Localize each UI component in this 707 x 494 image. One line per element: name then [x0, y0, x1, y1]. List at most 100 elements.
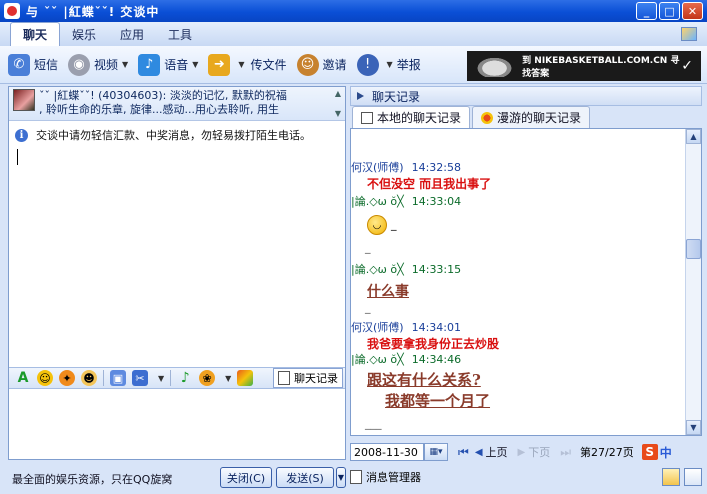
sms-label: 短信: [34, 58, 59, 72]
sender-name: 何汉(师傅): [351, 161, 404, 174]
calendar-icon[interactable]: ▦▾: [424, 443, 448, 461]
contact-signature: ˇˇ |紅蝶ˇˇ! (40304603): 淡淡的记忆, 默默的祝福 , 聆听生…: [39, 89, 333, 118]
screenshot-dropdown-icon[interactable]: ▼: [158, 374, 164, 383]
send-file-button[interactable]: ➜ ▼ 传文件: [208, 53, 287, 76]
video-dropdown-icon[interactable]: ▼: [122, 60, 128, 69]
message-header: |論.◇ω ŏ╳ 14:34:46: [351, 351, 685, 367]
separator: _: [365, 301, 371, 314]
shoe-image-icon: [473, 55, 517, 77]
message-text-line-2: 我都等一个月了: [385, 392, 491, 410]
document-icon: [350, 470, 362, 484]
notice-text: 交谈中请勿轻信汇款、中奖消息，勿轻易拨打陌生电话。: [36, 129, 311, 142]
history-pane: 聊天记录 本地的聊天记录 漫游的聊天记录 ‾ ‾ ‾ ‾ ‾ ‾ ‾ ‾ ‾ 何…: [350, 86, 702, 490]
timestamp: 14:32:58: [411, 161, 461, 174]
security-notice: i 交谈中请勿轻信汇款、中奖消息，勿轻易拨打陌生电话。: [9, 121, 345, 147]
timestamp: 14:34:01: [411, 321, 461, 334]
tab-roaming-label: 漫游的聊天记录: [497, 111, 582, 125]
file-dropdown-icon[interactable]: ▼: [238, 60, 244, 69]
shake-icon[interactable]: ☻: [81, 370, 97, 386]
emoji-icon[interactable]: ☺: [37, 370, 53, 386]
divider: [170, 370, 172, 386]
magic-emoji-icon[interactable]: ✦: [59, 370, 75, 386]
history-button[interactable]: 聊天记录: [273, 368, 343, 388]
chevron-right-icon: ▶: [517, 446, 526, 458]
tab-chat[interactable]: 聊天: [10, 22, 61, 46]
history-label: 聊天记录: [294, 372, 338, 385]
date-field[interactable]: 2008-11-30: [350, 443, 424, 461]
apps-icon[interactable]: [237, 370, 254, 386]
tab-local-label: 本地的聊天记录: [377, 111, 462, 125]
message-header: |論.◇ω ŏ╳ 14:33:15: [351, 261, 685, 277]
chevron-left-icon: ◀: [474, 446, 483, 458]
report-dropdown-icon[interactable]: ▼: [387, 60, 393, 69]
message-manager-link[interactable]: 消息管理器: [366, 469, 421, 485]
tab-entertainment[interactable]: 娱乐: [60, 23, 108, 46]
layout-grid-icon[interactable]: [684, 468, 702, 486]
send-button[interactable]: 发送(S): [276, 467, 334, 488]
microphone-icon: ♪: [138, 53, 161, 76]
message-header: 何汉(师傅) 14:32:58: [351, 159, 685, 175]
image-icon[interactable]: ▣: [110, 370, 126, 386]
list-item: 何汉(师傅) 14:34:01 我爸要拿我身份正去炒股: [351, 319, 685, 352]
video-button[interactable]: ◉ 视频 ▼: [68, 53, 128, 76]
tab-local-history[interactable]: 本地的聊天记录: [352, 106, 471, 128]
contact-header: ˇˇ |紅蝶ˇˇ! (40304603): 淡淡的记忆, 默默的祝福 , 聆听生…: [9, 87, 345, 121]
chevron-down-icon[interactable]: ▼: [335, 109, 341, 118]
maximize-button[interactable]: □: [659, 2, 680, 20]
close-button[interactable]: 关闭(C): [220, 467, 272, 488]
list-item: |論.◇ω ŏ╳ 14:34:46 跟这有什么关系? 我都等一个月了 ___: [351, 351, 685, 430]
roaming-icon: [481, 111, 494, 124]
screenshot-icon[interactable]: ✂: [132, 370, 148, 386]
tab-tools[interactable]: 工具: [156, 23, 204, 46]
layout-split-icon[interactable]: [662, 468, 680, 486]
voice-dropdown-icon[interactable]: ▼: [192, 60, 198, 69]
chevron-up-icon[interactable]: ▲: [335, 89, 341, 98]
history-header[interactable]: 聊天记录: [350, 86, 702, 106]
scroll-down-icon[interactable]: ▼: [686, 420, 701, 435]
banner-text: 到 NIKEBASKETBALL.COM.CN 寻找答案: [522, 56, 680, 79]
tab-roaming-history[interactable]: 漫游的聊天记录: [472, 106, 591, 128]
signature-line-1: ˇˇ |紅蝶ˇˇ! (40304603): 淡淡的记忆, 默默的祝福: [39, 89, 287, 102]
message-input[interactable]: [9, 390, 345, 459]
page-indicator: 第27/27页: [580, 446, 634, 459]
tab-apps[interactable]: 应用: [108, 23, 156, 46]
collapse-arrow-icon[interactable]: [357, 92, 364, 100]
gift-icon[interactable]: ❀: [199, 370, 216, 386]
voice-label: 语音: [164, 58, 189, 72]
music-icon[interactable]: ♪: [177, 370, 193, 386]
chat-pane: ˇˇ |紅蝶ˇˇ! (40304603): 淡淡的记忆, 默默的祝福 , 聆听生…: [8, 86, 346, 460]
skin-icon[interactable]: [681, 27, 697, 41]
first-page-icon[interactable]: ⏮: [458, 445, 469, 460]
sms-button[interactable]: ✆ 短信: [8, 53, 59, 76]
signature-scroll[interactable]: ▲ ▼: [335, 89, 341, 118]
sender-name: |論.◇ω ŏ╳: [351, 353, 404, 366]
avatar[interactable]: [13, 89, 35, 111]
report-icon: !: [356, 53, 379, 76]
voice-button[interactable]: ♪ 语音 ▼: [138, 53, 198, 76]
scrollbar[interactable]: ▲ ▼: [685, 129, 701, 435]
close-window-button[interactable]: ✕: [682, 2, 703, 20]
invite-button[interactable]: ☺ 邀请: [296, 53, 347, 76]
ad-banner[interactable]: 到 NIKEBASKETBALL.COM.CN 寻找答案 ✓: [467, 51, 701, 81]
next-label: 下页: [528, 446, 551, 459]
phone-icon: ✆: [8, 53, 30, 76]
title-bar: 与 ˇˇ |紅蝶ˇˇ! 交谈中 _ □ ✕: [0, 0, 707, 22]
sogou-icon[interactable]: S: [641, 444, 658, 460]
message-text: 不但没空 而且我出事了: [367, 177, 492, 191]
prev-page-button[interactable]: ◀ 上页: [475, 444, 508, 460]
invite-label: 邀请: [322, 58, 347, 72]
scroll-up-icon[interactable]: ▲: [686, 129, 701, 144]
gift-dropdown-icon[interactable]: ▼: [225, 374, 231, 383]
footer-ad-text[interactable]: 最全面的娱乐资源，只在QQ旋窝: [12, 471, 172, 487]
send-file-label: 传文件: [250, 58, 287, 72]
font-icon[interactable]: A: [15, 370, 31, 386]
message-log: ‾ ‾ ‾ ‾ ‾ ‾ ‾ ‾ ‾ 何汉(师傅) 14:32:58 不但没空 而且…: [350, 128, 702, 436]
report-button[interactable]: ! ▼ 举报: [356, 53, 421, 76]
scroll-thumb[interactable]: [686, 239, 701, 259]
layout-switcher: [662, 468, 702, 486]
timestamp: 14:34:46: [411, 353, 462, 366]
minimize-button[interactable]: _: [636, 2, 657, 20]
input-method-icon[interactable]: 中: [660, 444, 672, 461]
send-options-button[interactable]: ▼: [336, 467, 346, 488]
video-label: 视频: [94, 58, 119, 72]
